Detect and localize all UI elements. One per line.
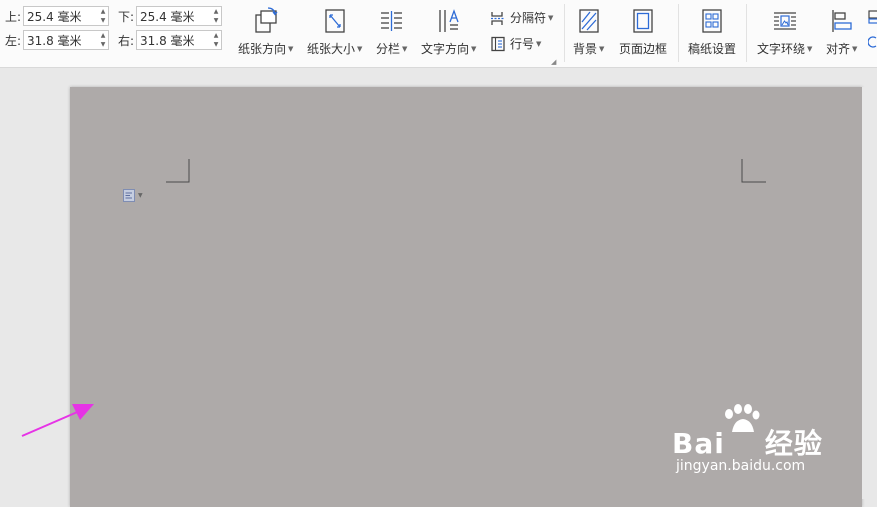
baidu-jingyan-watermark: Bai 经验 jingyan.baidu.com bbox=[672, 400, 862, 490]
watermark-brand: Bai 经验 bbox=[672, 422, 823, 462]
watermark-brand-latin: Bai bbox=[672, 427, 725, 460]
watermark-url: jingyan.baidu.com bbox=[676, 458, 806, 474]
watermark-brand-cn: 经验 bbox=[764, 427, 823, 460]
